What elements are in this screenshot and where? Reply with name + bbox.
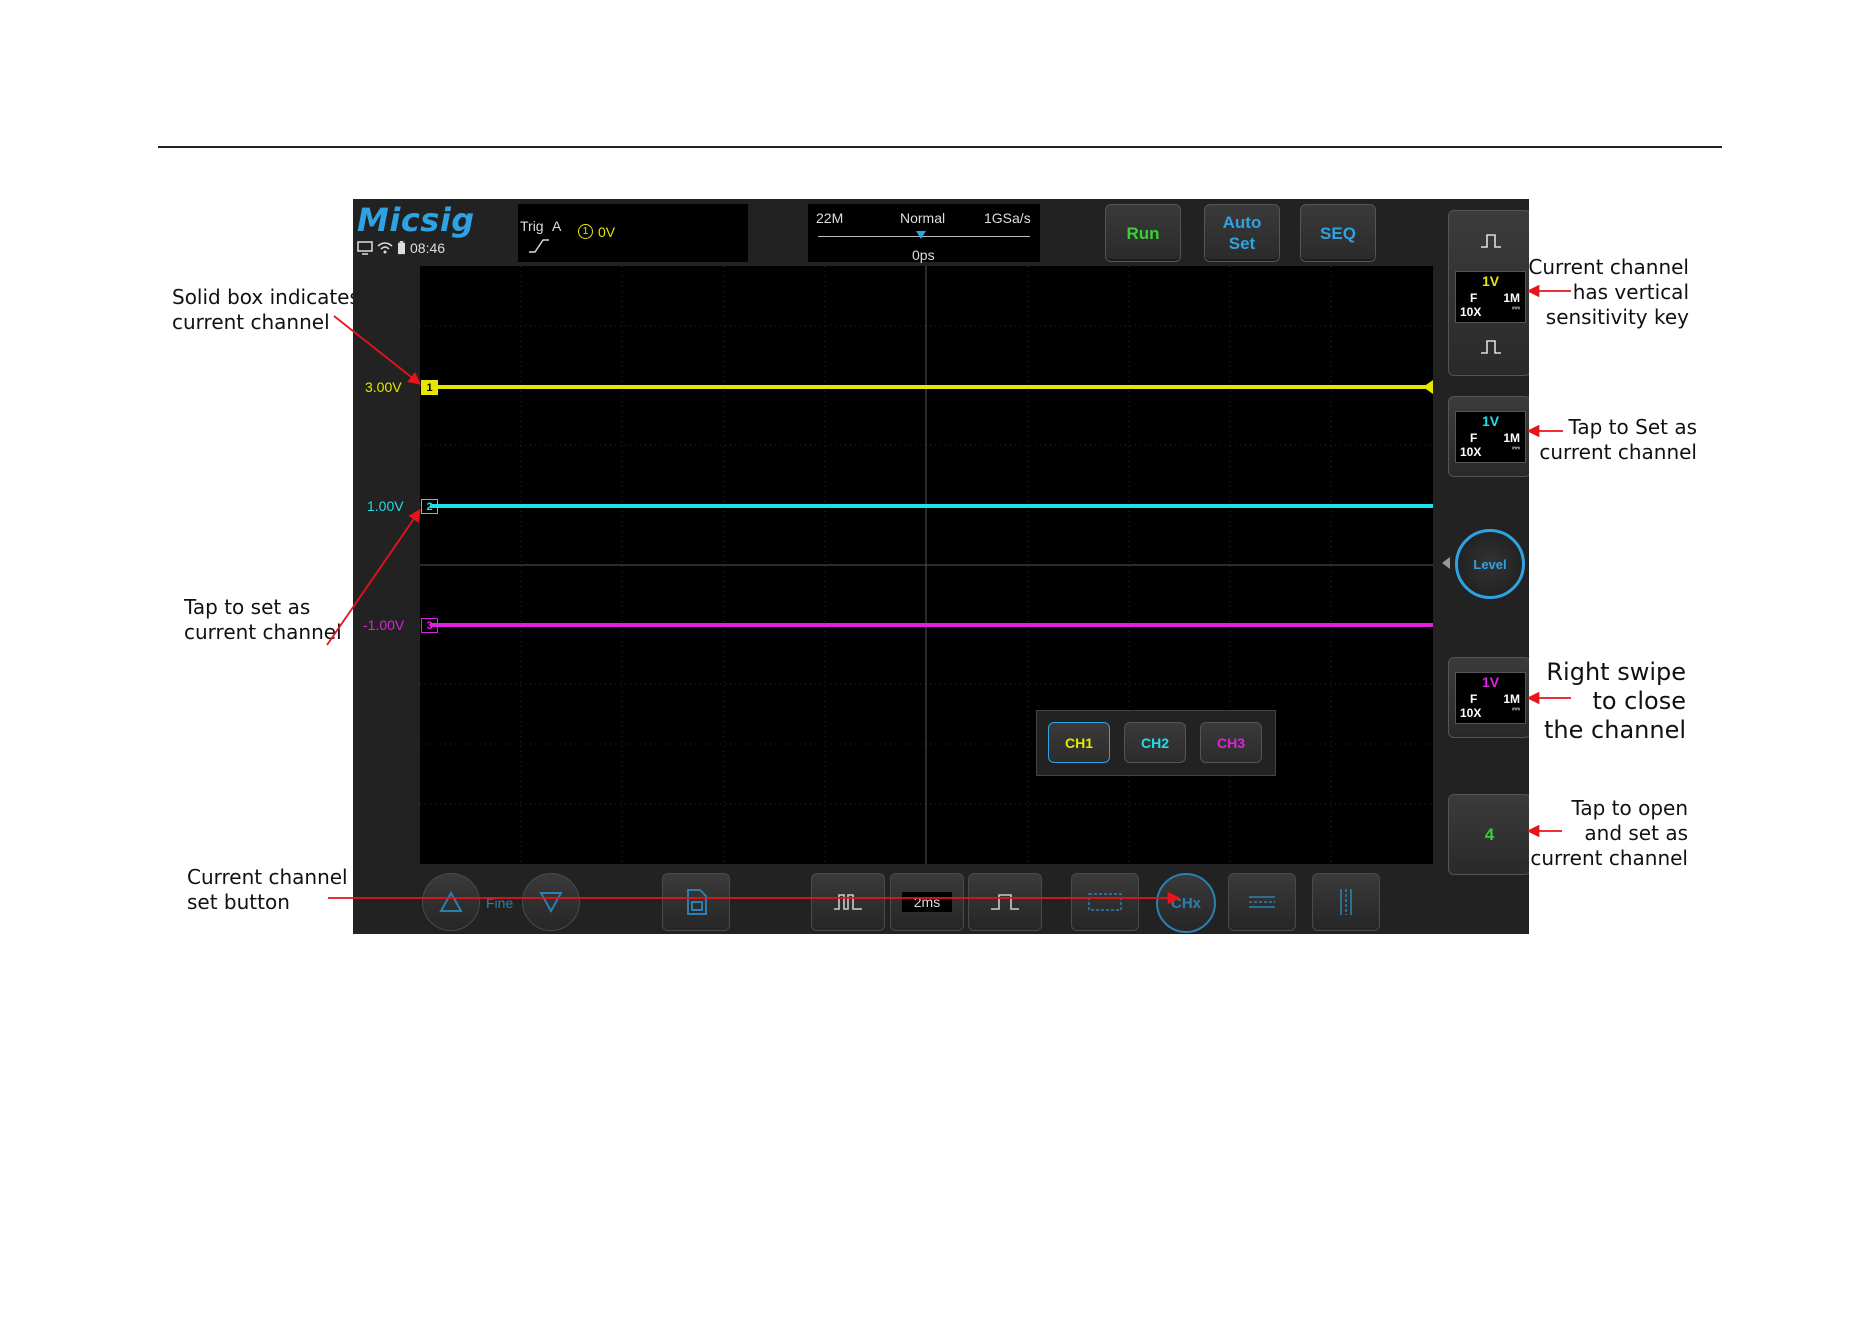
arrow-solid-box bbox=[333, 315, 421, 385]
arrow-tap-to-set bbox=[326, 508, 421, 646]
annotation-arrows bbox=[326, 284, 1571, 905]
